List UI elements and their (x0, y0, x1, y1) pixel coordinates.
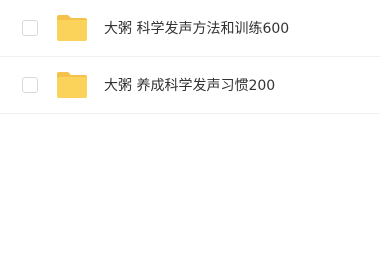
folder-icon (57, 15, 87, 41)
file-name[interactable]: 大粥 科学发声方法和训练600 (104, 18, 289, 38)
file-row[interactable]: 大粥 科学发声方法和训练600 (0, 0, 380, 57)
row-checkbox[interactable] (22, 20, 38, 36)
folder-icon (57, 72, 87, 98)
row-checkbox[interactable] (22, 77, 38, 93)
file-name[interactable]: 大粥 养成科学发声习惯200 (104, 75, 275, 95)
file-list: 大粥 科学发声方法和训练600 大粥 养成科学发声习惯200 (0, 0, 380, 266)
file-row[interactable]: 大粥 养成科学发声习惯200 (0, 57, 380, 114)
